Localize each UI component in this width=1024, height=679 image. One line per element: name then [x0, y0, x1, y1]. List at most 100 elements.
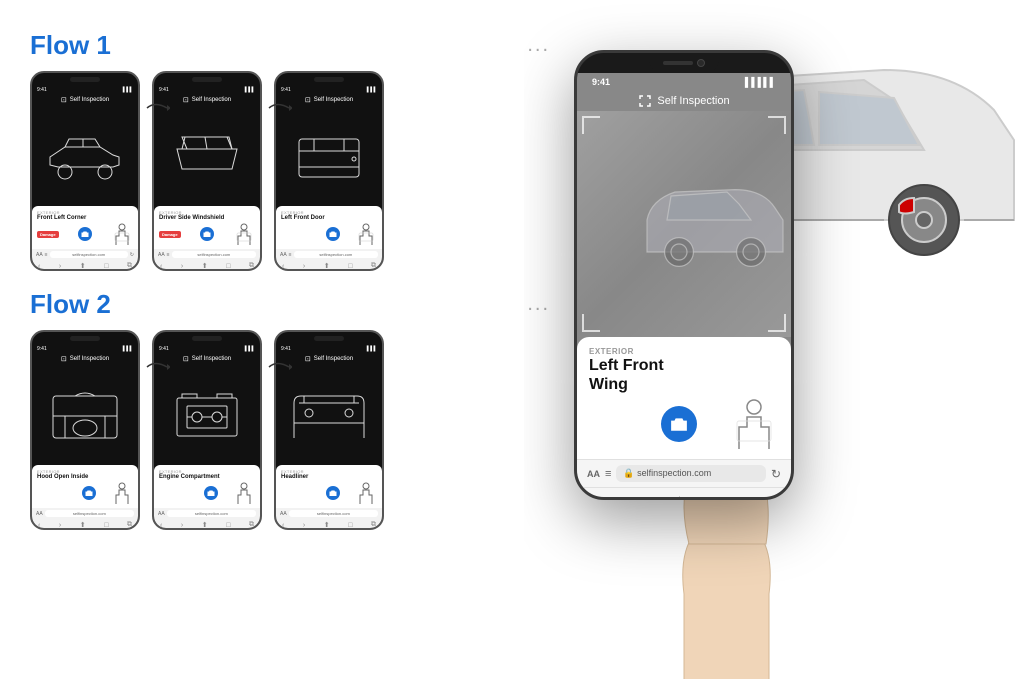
ar-car-svg [631, 164, 791, 284]
car-area [32, 106, 138, 206]
large-camera-btn[interactable] [661, 406, 697, 442]
back-icon[interactable]: ‹ [282, 263, 284, 270]
camera-btn[interactable] [82, 486, 96, 500]
flow1-phone1: 9:41 ▐▐ ▌ ⊡ Self Inspection [30, 71, 140, 271]
reload-icon: ↻ [771, 467, 781, 481]
url-box[interactable]: selfinspection.com [167, 510, 256, 517]
scan-icon: ⊡ [305, 355, 311, 363]
url-box[interactable]: selfinspection.com [289, 510, 378, 517]
large-url-box[interactable]: 🔒 selfinspection.com [616, 465, 766, 482]
bookmarks-icon[interactable]: □ [348, 263, 352, 270]
icons: ▐▐ ▌ [243, 346, 255, 352]
large-bookmarks-icon[interactable]: □ [714, 495, 722, 501]
status-bar: 9:41 ▐▐ ▌ [154, 86, 260, 94]
large-forward-icon[interactable]: › [640, 495, 645, 501]
scan-icon: ⊡ [183, 355, 189, 363]
reader-icon: ≡ [45, 252, 48, 258]
url-text: selfinspection.com [637, 468, 711, 478]
share-icon[interactable]: ⬆ [80, 521, 86, 529]
large-nav-bar: ‹ › ⬆ □ ⧉ [577, 487, 791, 500]
notch [314, 336, 344, 341]
person-area [111, 482, 133, 504]
corner-tl [582, 116, 600, 134]
notch [70, 77, 100, 82]
camera-btn[interactable] [204, 486, 218, 500]
bookmarks-icon[interactable]: □ [104, 263, 108, 270]
url-box[interactable]: selfinspection.com [50, 251, 128, 258]
person-area [233, 482, 255, 504]
person-area [355, 482, 377, 504]
browser-bar: AA selfinspection.com [32, 508, 138, 519]
large-person-svg [729, 399, 779, 449]
share-icon[interactable]: ⬆ [202, 262, 208, 270]
header-text: Self Inspection [314, 97, 353, 103]
bottom-panel: EXTERIOR Engine Compartment [154, 465, 260, 508]
back-icon[interactable]: ‹ [282, 522, 284, 529]
share-icon[interactable]: ⬆ [324, 521, 330, 529]
scan-icon: ⊡ [61, 96, 67, 104]
tabs-icon[interactable]: ⧉ [249, 521, 254, 529]
browser-bar: AA ≡ selfinspection.com [154, 249, 260, 260]
large-status-bar: 9:41 ▐▐▐ ▌▌ [577, 73, 791, 91]
bottom-row [37, 482, 133, 504]
label-main: Hood Open Inside [37, 474, 133, 480]
notch [192, 77, 222, 82]
browser-bar: AA selfinspection.com [276, 508, 382, 519]
url-box[interactable]: selfinspection.com [294, 251, 378, 258]
person-svg [233, 482, 255, 504]
camera-btn[interactable] [326, 486, 340, 500]
bookmarks-icon[interactable]: □ [348, 522, 352, 529]
header-bar: ⊡ Self Inspection [32, 353, 138, 365]
lock-icon: 🔒 [623, 468, 634, 478]
flow2-phones: 9:41 ▐▐ ▌ ⊡ Self Inspection [30, 330, 550, 530]
front-camera [697, 59, 705, 67]
text-size-icon: AA [36, 252, 43, 258]
tabs-icon[interactable]: ⧉ [127, 521, 132, 529]
back-icon[interactable]: ‹ [38, 522, 40, 529]
large-share-icon[interactable]: ⬆ [674, 494, 686, 500]
person-svg [233, 223, 255, 245]
bookmarks-icon[interactable]: □ [226, 522, 230, 529]
camera-btn[interactable] [200, 227, 214, 241]
back-icon[interactable]: ‹ [160, 263, 162, 270]
share-icon[interactable]: ⬆ [80, 262, 86, 270]
corner-bl [582, 314, 600, 332]
forward-icon[interactable]: › [181, 522, 183, 529]
icons: ▐▐ ▌ [121, 346, 133, 352]
engine-svg [167, 388, 247, 443]
share-icon[interactable]: ⬆ [324, 262, 330, 270]
camera-btn[interactable] [78, 227, 92, 241]
forward-icon[interactable]: › [59, 263, 61, 270]
flow1-section: Flow 1 ... 9:41 ▐▐ ▌ [30, 30, 550, 271]
person-area [111, 223, 133, 245]
forward-icon[interactable]: › [181, 263, 183, 270]
large-tabs-icon[interactable]: ⧉ [752, 494, 762, 500]
car-area [154, 365, 260, 465]
browser-bar: AA ≡ selfinspection.com [276, 249, 382, 260]
tabs-icon[interactable]: ⧉ [249, 262, 254, 270]
url-box[interactable]: selfinspection.com [45, 510, 134, 517]
bookmarks-icon[interactable]: □ [104, 522, 108, 529]
url-box[interactable]: selfinspection.com [172, 251, 256, 258]
bookmarks-icon[interactable]: □ [226, 263, 230, 270]
nav-bar: ‹ › ⬆ □ ⧉ [32, 260, 138, 271]
forward-icon[interactable]: › [59, 522, 61, 529]
large-back-icon[interactable]: ‹ [606, 495, 611, 501]
camera-icon [203, 230, 211, 238]
forward-icon[interactable]: › [303, 522, 305, 529]
tabs-icon[interactable]: ⧉ [371, 521, 376, 529]
icons: ▐▐ ▌ [121, 87, 133, 93]
camera-btn[interactable] [326, 227, 340, 241]
forward-icon[interactable]: › [303, 263, 305, 270]
flow1-phones: 9:41 ▐▐ ▌ ⊡ Self Inspection [30, 71, 550, 271]
notch [314, 77, 344, 82]
tabs-icon[interactable]: ⧉ [371, 262, 376, 270]
flow1-header: Flow 1 ... [30, 30, 550, 61]
header-bar: ⊡ Self Inspection [32, 94, 138, 106]
back-icon[interactable]: ‹ [38, 263, 40, 270]
tabs-icon[interactable]: ⧉ [127, 262, 132, 270]
bottom-row [281, 223, 377, 245]
back-icon[interactable]: ‹ [160, 522, 162, 529]
share-icon[interactable]: ⬆ [202, 521, 208, 529]
large-bottom-row [589, 399, 779, 449]
